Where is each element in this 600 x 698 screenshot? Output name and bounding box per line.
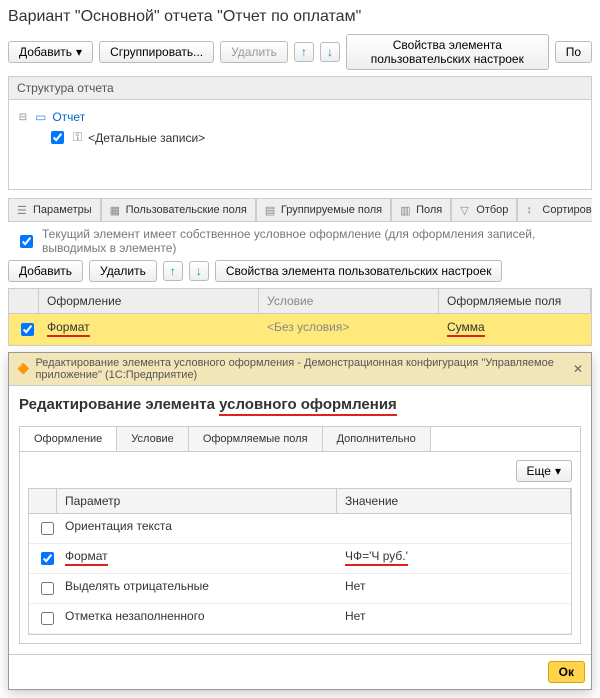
row-cond: <Без условия>: [259, 314, 439, 345]
param-row[interactable]: Выделять отрицательные Нет: [29, 574, 571, 604]
cond-delete-button[interactable]: Удалить: [89, 260, 157, 282]
head-param: Параметр: [57, 489, 337, 513]
param-value: Нет: [345, 609, 365, 623]
param-name: Ориентация текста: [65, 519, 172, 533]
dialog-panel: Еще ▾ Параметр Значение Ориентация текст…: [19, 451, 581, 644]
tab-sort[interactable]: Сортировка: [517, 198, 592, 221]
dialog-tab-cond[interactable]: Условие: [117, 427, 189, 451]
row-design: Формат: [47, 320, 90, 337]
params-grid: Параметр Значение Ориентация текста Форма…: [28, 488, 572, 635]
structure-header: Структура отчета: [9, 77, 591, 100]
filter-icon: [460, 204, 472, 216]
dialog-titlebar[interactable]: Редактирование элемента условного оформл…: [9, 353, 591, 386]
cond-props-button[interactable]: Свойства элемента пользовательских настр…: [215, 260, 503, 282]
detail-checkbox[interactable]: [51, 131, 64, 144]
groupfields-icon: [265, 204, 277, 216]
dialog-tab-fields[interactable]: Оформляемые поля: [189, 427, 323, 451]
hint-checkbox[interactable]: [20, 235, 33, 248]
cond-move-down-button[interactable]: [189, 261, 209, 281]
detail-icon: [73, 130, 82, 145]
cond-add-button[interactable]: Добавить: [8, 260, 83, 282]
report-icon: [35, 110, 46, 124]
dialog-tab-more[interactable]: Дополнительно: [323, 427, 431, 451]
main-toolbar: Добавить ▾ Сгруппировать... Удалить Свой…: [8, 34, 592, 70]
tab-filter[interactable]: Отбор: [451, 198, 517, 221]
element-props-button[interactable]: Свойства элемента пользовательских настр…: [346, 34, 549, 70]
param-name: Выделять отрицательные: [65, 579, 209, 593]
col-fields: Оформляемые поля: [439, 289, 591, 313]
params-icon: [17, 204, 29, 216]
ok-button[interactable]: Ок: [548, 661, 585, 683]
move-down-button[interactable]: [320, 42, 340, 62]
col-design: Оформление: [39, 289, 259, 313]
userfields-icon: [110, 204, 122, 216]
page-title: Вариант "Основной" отчета "Отчет по опла…: [8, 8, 592, 26]
cond-grid-row[interactable]: Формат <Без условия> Сумма: [9, 314, 591, 345]
param-row[interactable]: Формат ЧФ='Ч руб.': [29, 544, 571, 574]
param-checkbox[interactable]: [41, 522, 54, 535]
cond-hint: Текущий элемент имеет собственное условн…: [8, 222, 592, 260]
move-up-button[interactable]: [294, 42, 314, 62]
col-cond: Условие: [259, 289, 439, 313]
onec-icon: [17, 363, 29, 375]
dialog-heading: Редактирование элемента условного оформл…: [19, 396, 581, 416]
tab-params[interactable]: Параметры: [8, 198, 101, 221]
tree-root[interactable]: Отчет: [17, 108, 583, 126]
structure-tree[interactable]: Отчет <Детальные записи>: [9, 100, 591, 189]
param-name: Отметка незаполненного: [65, 609, 205, 623]
edit-dialog: Редактирование элемента условного оформл…: [8, 352, 592, 690]
group-button[interactable]: Сгруппировать...: [99, 41, 214, 63]
param-checkbox[interactable]: [41, 582, 54, 595]
tree-detail[interactable]: <Детальные записи>: [17, 126, 583, 149]
cond-move-up-button[interactable]: [163, 261, 183, 281]
more-button[interactable]: Еще ▾: [516, 460, 572, 482]
cond-toolbar: Добавить Удалить Свойства элемента польз…: [8, 260, 592, 282]
sort-icon: [526, 204, 538, 216]
expander-icon[interactable]: [17, 111, 29, 123]
param-checkbox[interactable]: [41, 612, 54, 625]
row-checkbox[interactable]: [21, 323, 34, 336]
po-button[interactable]: По: [555, 41, 592, 63]
param-row[interactable]: Отметка незаполненного Нет: [29, 604, 571, 634]
tab-fields[interactable]: Поля: [391, 198, 451, 221]
cond-grid: Оформление Условие Оформляемые поля Форм…: [8, 288, 592, 346]
dialog-tab-design[interactable]: Оформление: [20, 427, 117, 451]
tab-userfields[interactable]: Пользовательские поля: [101, 198, 256, 221]
add-button[interactable]: Добавить ▾: [8, 41, 93, 63]
param-checkbox[interactable]: [41, 552, 54, 565]
row-field: Сумма: [447, 320, 485, 337]
param-value: Нет: [345, 579, 365, 593]
close-icon[interactable]: ✕: [573, 362, 583, 376]
report-node-label: Отчет: [52, 110, 85, 124]
delete-button[interactable]: Удалить: [220, 41, 288, 63]
param-value: ЧФ='Ч руб.': [345, 549, 408, 566]
fields-icon: [400, 204, 412, 216]
dialog-tabs: Оформление Условие Оформляемые поля Допо…: [19, 426, 581, 451]
settings-tabs: Параметры Пользовательские поля Группиру…: [8, 198, 592, 222]
dialog-title-text: Редактирование элемента условного оформл…: [35, 357, 566, 381]
param-name: Формат: [65, 549, 108, 566]
tab-groupfields[interactable]: Группируемые поля: [256, 198, 391, 221]
cond-grid-head: Оформление Условие Оформляемые поля: [9, 289, 591, 314]
head-value: Значение: [337, 489, 571, 513]
structure-panel: Структура отчета Отчет <Детальные записи…: [8, 76, 592, 190]
param-row[interactable]: Ориентация текста: [29, 514, 571, 544]
detail-label: <Детальные записи>: [88, 131, 205, 145]
